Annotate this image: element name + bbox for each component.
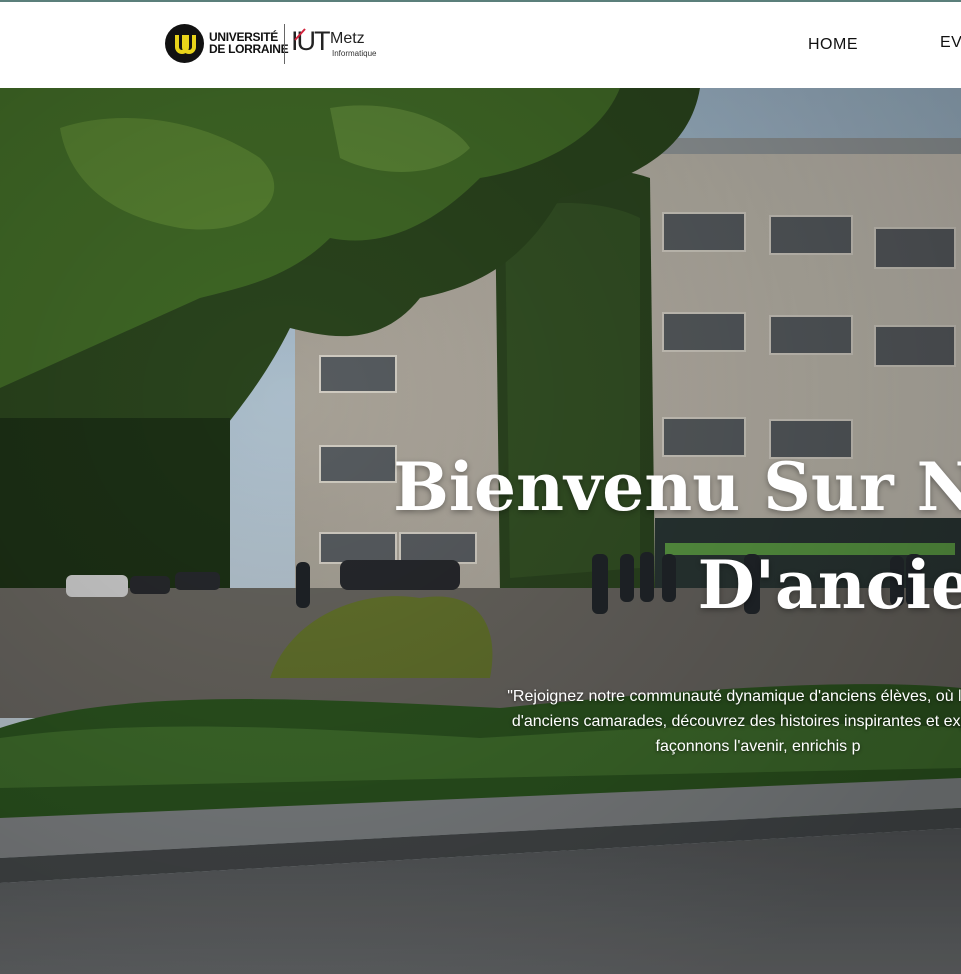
hero-title: Bienvenu Sur No D'ancien [321, 438, 961, 634]
hero-description-line2: d'anciens camarades, découvrez des histo… [511, 713, 961, 730]
hero-title-line2: D'ancien [697, 546, 961, 624]
hero-description-line3: façonnons l'avenir, enrichis p [655, 738, 861, 755]
hero-section: Bienvenu Sur No D'ancien "Rejoignez notr… [0, 88, 961, 974]
hero-description-line1: "Rejoignez notre communauté dynamique d'… [507, 688, 961, 705]
header-nav-clip: EV [0, 0, 961, 88]
nav-events-link[interactable]: EV [940, 34, 961, 52]
hero-description: "Rejoignez notre communauté dynamique d'… [398, 684, 961, 759]
hero-title-line1: Bienvenu Sur No [393, 448, 961, 526]
